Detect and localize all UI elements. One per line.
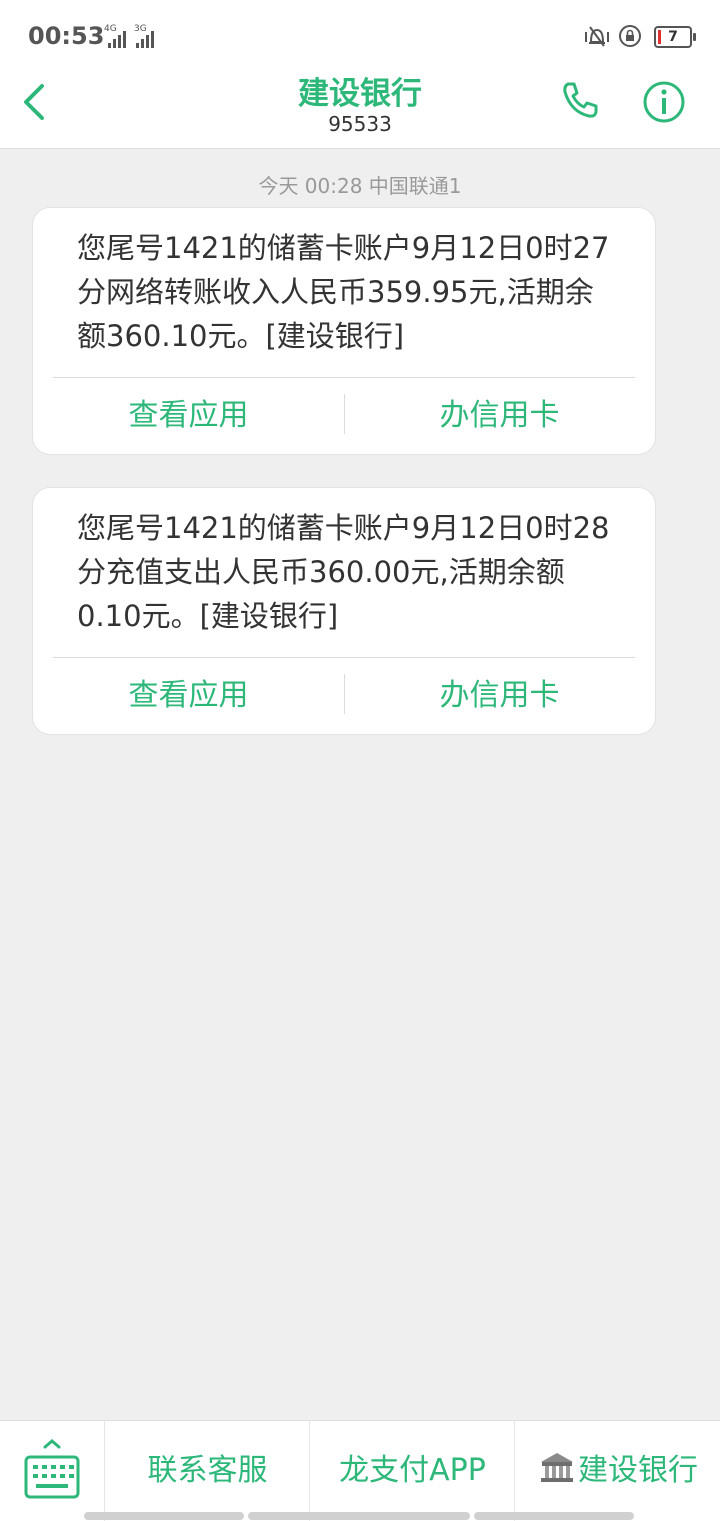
gesture-bar (84, 1512, 244, 1520)
menu-label: 联系客服 (147, 1453, 268, 1488)
menu-longpay-app[interactable]: 龙支付APP (309, 1421, 515, 1521)
vibrate-icon (585, 26, 609, 47)
bank-building-icon (541, 1453, 573, 1482)
rotation-lock-icon (619, 25, 641, 47)
info-icon[interactable] (640, 78, 688, 126)
menu-label: 建设银行 (578, 1453, 698, 1488)
message-bubble: 您尾号1421的储蓄卡账户9月12日0时28分充值支出人民币360.00元,活期… (32, 487, 656, 735)
contact-title: 建设银行 (298, 76, 422, 112)
view-app-button[interactable]: 查看应用 (33, 378, 344, 454)
view-app-button[interactable]: 查看应用 (33, 658, 344, 734)
conversation-header: 建设银行 95533 (0, 60, 720, 149)
message-bubble: 您尾号1421的储蓄卡账户9月12日0时27分网络转账收入人民币359.95元,… (32, 207, 656, 455)
contact-number: 95533 (328, 112, 392, 136)
message-text: 您尾号1421的储蓄卡账户9月12日0时28分充值支出人民币360.00元,活期… (77, 511, 610, 633)
phone-call-icon[interactable] (558, 78, 602, 122)
menu-ccb[interactable]: 建设银行 (514, 1421, 720, 1521)
menu-label: 龙支付APP (339, 1453, 486, 1488)
battery-icon: 7 (654, 26, 696, 48)
apply-credit-card-button[interactable]: 办信用卡 (344, 378, 655, 454)
bottom-menu-bar: 联系客服 龙支付APP 建设银行 (0, 1420, 720, 1521)
keyboard-icon[interactable] (0, 1421, 104, 1521)
message-timestamp: 今天 00:28 中国联通1 (258, 174, 462, 198)
apply-credit-card-button[interactable]: 办信用卡 (344, 658, 655, 734)
message-text: 您尾号1421的储蓄卡账户9月12日0时27分网络转账收入人民币359.95元,… (77, 231, 610, 353)
menu-contact-service[interactable]: 联系客服 (104, 1421, 310, 1521)
gesture-bar (248, 1512, 470, 1520)
gesture-bar (474, 1512, 634, 1520)
status-time: 00:53 (28, 22, 105, 50)
status-bar: 00:53 4G 3G 7 (0, 0, 720, 60)
